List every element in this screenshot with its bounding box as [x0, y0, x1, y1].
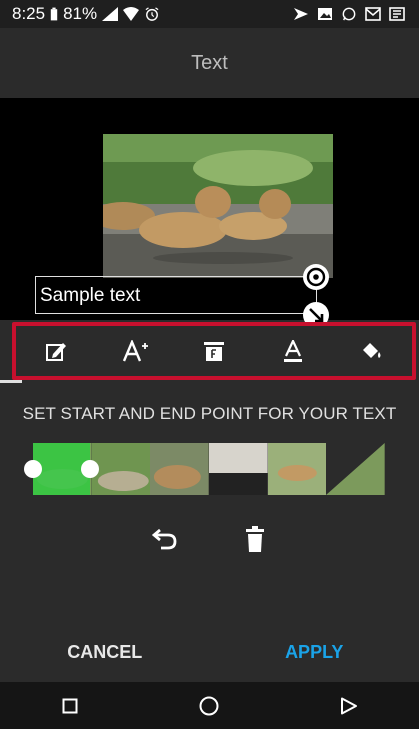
edit-text-button[interactable] [34, 331, 78, 371]
news-icon [389, 7, 405, 21]
recents-button[interactable] [50, 686, 90, 726]
back-button[interactable] [329, 686, 369, 726]
recents-icon [62, 698, 78, 713]
system-nav-bar [0, 682, 419, 729]
tab-indicator [0, 380, 22, 383]
timeline-instruction: SET START AND END POINT FOR YOUR TEXT [22, 404, 397, 423]
cast-icon [294, 8, 308, 20]
fill-color-button[interactable] [350, 331, 394, 371]
timeline-thumbnail [150, 443, 210, 495]
whatsapp-icon [342, 7, 356, 21]
status-bar: 8:25 81% [0, 0, 419, 28]
fill-color-icon [363, 343, 381, 358]
gmail-icon [365, 7, 381, 21]
dialog-buttons: CANCEL APPLY [0, 628, 419, 676]
home-icon [199, 696, 219, 715]
font-style-button[interactable] [192, 331, 236, 371]
video-preview[interactable]: Sample text [0, 98, 419, 328]
font-style-icon [203, 342, 224, 361]
status-left: 8:25 81% [0, 4, 160, 24]
lion-scene-image [103, 134, 333, 278]
edit-actions [0, 516, 419, 562]
home-button[interactable] [189, 686, 229, 726]
rotate-icon [306, 267, 326, 287]
header: Text [0, 28, 419, 98]
rotate-handle[interactable] [303, 264, 329, 290]
alarm-icon [145, 7, 159, 21]
timeline-thumbnail [91, 443, 151, 495]
signal-icon [102, 7, 119, 21]
wifi-icon [123, 7, 140, 21]
delete-icon [245, 526, 264, 552]
undo-icon [151, 528, 176, 550]
font-size-button[interactable] [113, 331, 157, 371]
page-title: Text [191, 51, 228, 74]
text-overlay-label: Sample text [40, 285, 141, 306]
text-color-button[interactable] [271, 331, 315, 371]
text-overlay-box[interactable]: Sample text [35, 276, 317, 314]
timeline-thumbnail [326, 443, 385, 495]
back-icon [341, 697, 358, 714]
gallery-icon [318, 8, 332, 20]
timeline-thumbnail [209, 443, 268, 495]
status-right [293, 7, 419, 21]
apply-button[interactable]: APPLY [210, 641, 419, 664]
status-time: 8:25 [12, 4, 46, 23]
text-toolbar [12, 322, 416, 380]
delete-button[interactable] [235, 519, 275, 559]
cancel-button[interactable]: CANCEL [0, 641, 210, 664]
range-end-handle[interactable] [81, 460, 99, 478]
undo-button[interactable] [145, 519, 185, 559]
timeline-thumbnail [267, 443, 327, 495]
text-color-icon [284, 340, 303, 362]
status-battery: 81% [63, 4, 98, 23]
font-size-icon [122, 340, 148, 362]
edit-text-icon [45, 343, 66, 361]
battery-icon [50, 7, 58, 21]
range-start-handle[interactable] [24, 460, 42, 478]
video-frame [103, 134, 333, 278]
